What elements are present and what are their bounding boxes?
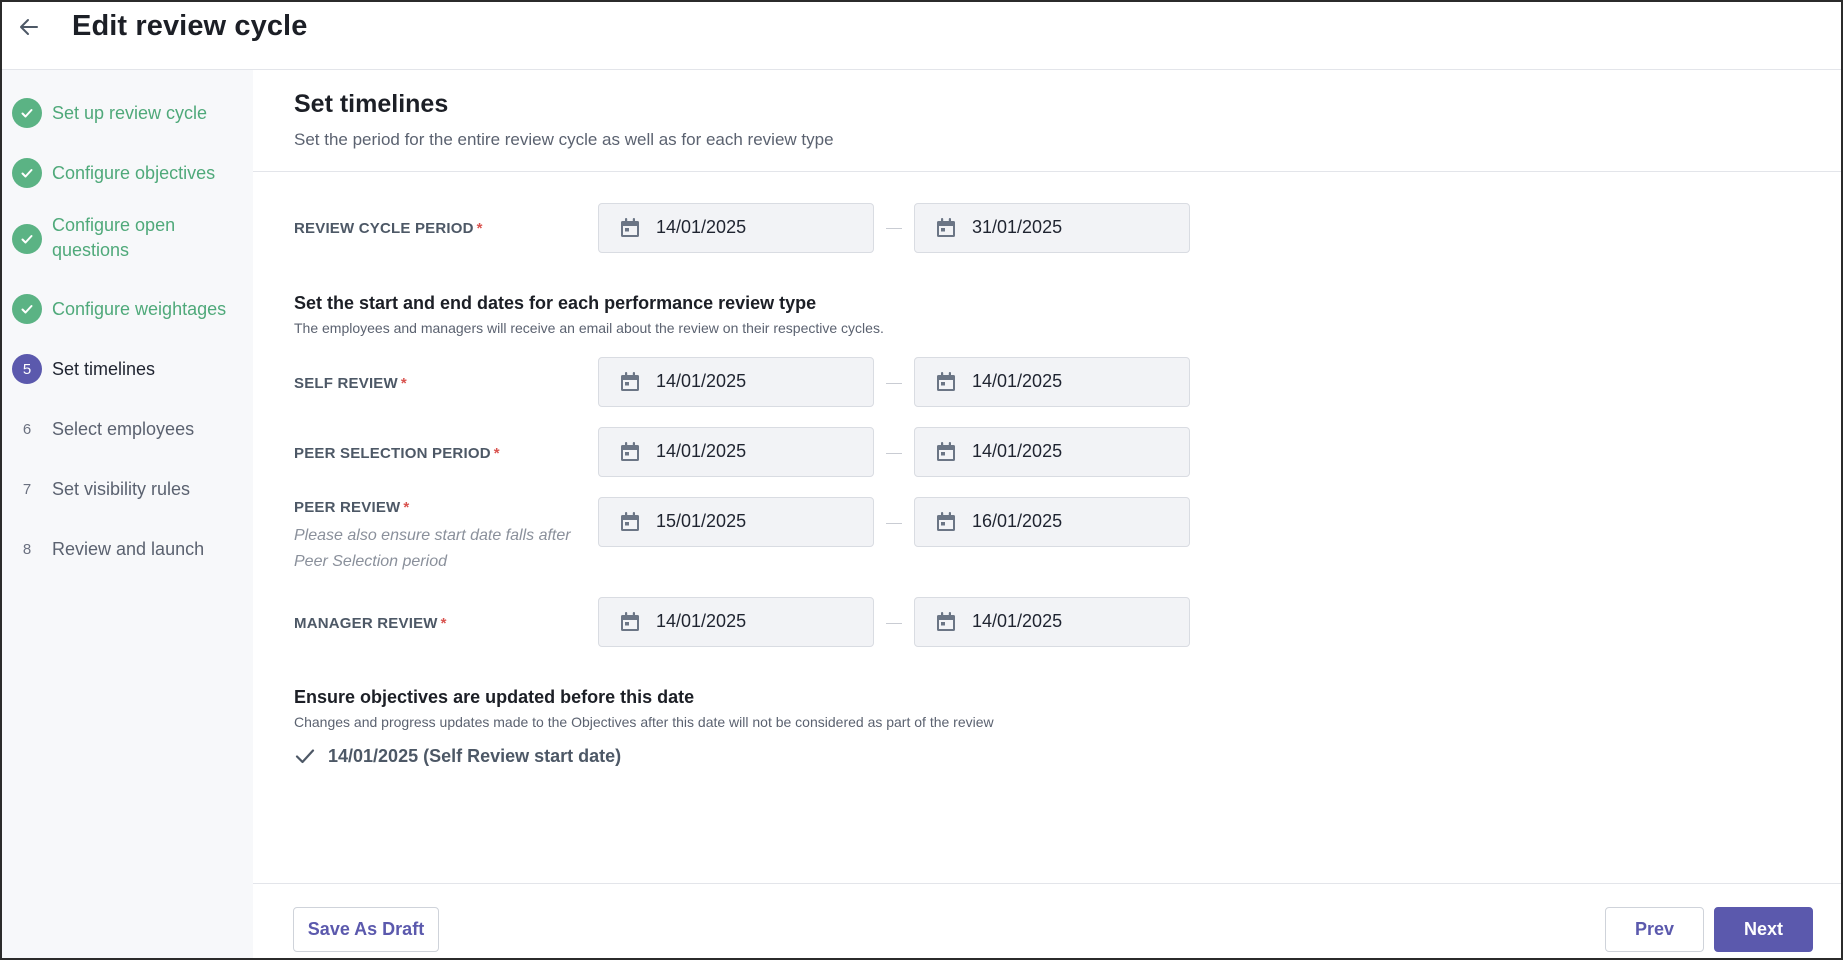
review-cycle-end-date[interactable]: 31/01/2025 bbox=[914, 203, 1190, 253]
review-cycle-start-date[interactable]: 14/01/2025 bbox=[598, 203, 874, 253]
per-type-description: The employees and managers will receive … bbox=[294, 320, 884, 336]
calendar-icon bbox=[937, 372, 955, 391]
peer-selection-start-date[interactable]: 14/01/2025 bbox=[598, 427, 874, 477]
manager-review-label: MANAGER REVIEW * bbox=[294, 615, 447, 632]
required-marker: * bbox=[476, 220, 483, 237]
next-button[interactable]: Next bbox=[1714, 907, 1813, 952]
self-review-start-date[interactable]: 14/01/2025 bbox=[598, 357, 874, 407]
check-circle-icon bbox=[12, 294, 42, 324]
check-circle-icon bbox=[12, 98, 42, 128]
save-as-draft-button[interactable]: Save As Draft bbox=[293, 907, 439, 952]
peer-review-label: PEER REVIEW * bbox=[294, 499, 410, 516]
peer-review-start-date[interactable]: 15/01/2025 bbox=[598, 497, 874, 547]
step-number: 8 bbox=[22, 540, 32, 558]
step-set-visibility-rules[interactable]: 7 Set visibility rules bbox=[2, 469, 253, 509]
arrow-left-icon bbox=[20, 19, 38, 35]
date-value: 14/01/2025 bbox=[656, 371, 747, 391]
date-value: 16/01/2025 bbox=[972, 511, 1063, 531]
step-number: 6 bbox=[22, 420, 32, 438]
calendar-icon bbox=[621, 218, 639, 237]
step-select-employees[interactable]: 6 Select employees bbox=[2, 409, 253, 449]
step-label: Review and launch bbox=[52, 539, 205, 559]
app-frame: Edit review cycle Set up review cycle Co… bbox=[0, 0, 1843, 960]
step-label: Configure objectives bbox=[52, 163, 216, 183]
objectives-cutoff-value: 14/01/2025 (Self Review start date) bbox=[294, 745, 621, 767]
step-label: Set visibility rules bbox=[52, 479, 191, 499]
prev-button[interactable]: Prev bbox=[1605, 907, 1704, 952]
section-title: Set timelines bbox=[294, 90, 449, 118]
date-value: 14/01/2025 bbox=[972, 441, 1063, 461]
main-content: Set timelines Set the period for the ent… bbox=[253, 70, 1841, 882]
peer-selection-end-date[interactable]: 14/01/2025 bbox=[914, 427, 1190, 477]
page-header: Edit review cycle bbox=[2, 2, 1841, 70]
step-label: Set up review cycle bbox=[52, 103, 208, 123]
peer-review-end-date[interactable]: 16/01/2025 bbox=[914, 497, 1190, 547]
step-label: Set timelines bbox=[52, 359, 156, 379]
required-marker: * bbox=[440, 615, 447, 632]
date-value: 14/01/2025 bbox=[972, 611, 1063, 631]
step-set-timelines[interactable]: 5 Set timelines bbox=[2, 349, 253, 389]
section-header: Set timelines Set the period for the ent… bbox=[253, 70, 1841, 172]
range-separator bbox=[886, 453, 902, 454]
peer-selection-label: PEER SELECTION PERIOD * bbox=[294, 445, 500, 462]
cutoff-date-text: 14/01/2025 (Self Review start date) bbox=[328, 745, 622, 766]
stepper-sidebar: Set up review cycle Configure objectives… bbox=[2, 70, 253, 958]
step-number-badge: 5 bbox=[12, 354, 42, 384]
footer-actions: Save As Draft Prev Next bbox=[253, 883, 1841, 958]
check-circle-icon bbox=[12, 158, 42, 188]
per-type-title: Set the start and end dates for each per… bbox=[294, 293, 817, 313]
range-separator bbox=[886, 623, 902, 624]
step-configure-objectives[interactable]: Configure objectives bbox=[2, 153, 253, 193]
calendar-icon bbox=[621, 612, 639, 631]
range-separator bbox=[886, 523, 902, 524]
step-label: Select employees bbox=[52, 419, 195, 439]
step-number: 7 bbox=[22, 480, 32, 498]
step-configure-weightages[interactable]: Configure weightages bbox=[2, 289, 253, 329]
objectives-cutoff-title: Ensure objectives are updated before thi… bbox=[294, 687, 695, 707]
calendar-icon bbox=[937, 512, 955, 531]
calendar-icon bbox=[621, 512, 639, 531]
manager-review-start-date[interactable]: 14/01/2025 bbox=[598, 597, 874, 647]
step-set-up-review-cycle[interactable]: Set up review cycle bbox=[2, 93, 253, 133]
required-marker: * bbox=[493, 445, 500, 462]
section-subtitle: Set the period for the entire review cyc… bbox=[294, 130, 834, 149]
date-value: 14/01/2025 bbox=[972, 371, 1063, 391]
check-icon bbox=[295, 749, 315, 764]
objectives-cutoff-description: Changes and progress updates made to the… bbox=[294, 714, 994, 730]
self-review-end-date[interactable]: 14/01/2025 bbox=[914, 357, 1190, 407]
review-cycle-period-label: REVIEW CYCLE PERIOD * bbox=[294, 220, 483, 237]
date-value: 14/01/2025 bbox=[656, 611, 747, 631]
date-value: 31/01/2025 bbox=[972, 217, 1063, 237]
range-separator bbox=[886, 383, 902, 384]
date-value: 15/01/2025 bbox=[656, 511, 747, 531]
required-marker: * bbox=[403, 499, 410, 516]
date-value: 14/01/2025 bbox=[656, 217, 747, 237]
step-label: Configure open questions bbox=[52, 215, 176, 260]
step-label: Configure weightages bbox=[52, 299, 227, 319]
peer-review-hint: Please also ensure start date falls afte… bbox=[294, 527, 571, 570]
calendar-icon bbox=[937, 218, 955, 237]
calendar-icon bbox=[937, 442, 955, 461]
page-title: Edit review cycle bbox=[72, 10, 308, 42]
manager-review-end-date[interactable]: 14/01/2025 bbox=[914, 597, 1190, 647]
calendar-icon bbox=[621, 372, 639, 391]
calendar-icon bbox=[621, 442, 639, 461]
required-marker: * bbox=[400, 375, 407, 392]
calendar-icon bbox=[937, 612, 955, 631]
date-value: 14/01/2025 bbox=[656, 441, 747, 461]
self-review-label: SELF REVIEW * bbox=[294, 375, 407, 392]
back-button[interactable] bbox=[12, 10, 46, 44]
check-circle-icon bbox=[12, 224, 42, 254]
step-review-and-launch[interactable]: 8 Review and launch bbox=[2, 529, 253, 569]
step-configure-open-questions[interactable]: Configure open questions bbox=[2, 209, 253, 269]
range-separator bbox=[886, 228, 902, 229]
